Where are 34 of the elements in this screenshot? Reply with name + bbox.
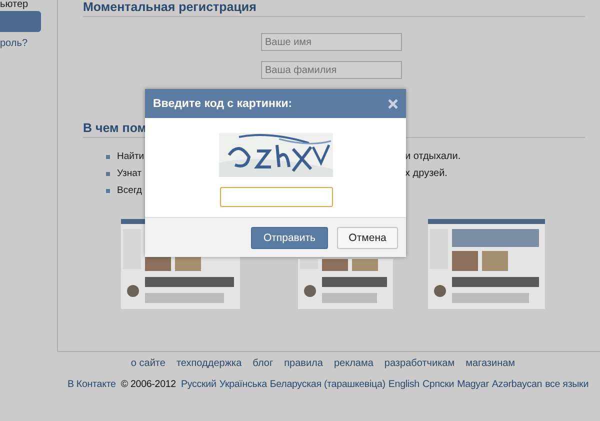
section-heading: В чем пом: [83, 121, 147, 135]
footer-link[interactable]: реклама: [334, 358, 374, 369]
close-icon[interactable]: [388, 98, 398, 108]
footer-link[interactable]: правила: [284, 358, 323, 369]
brand-link[interactable]: В Контакте: [67, 379, 116, 390]
footer-link[interactable]: о сайте: [130, 358, 166, 369]
cancel-button[interactable]: Отмена: [337, 226, 398, 248]
bullet-icon: [106, 188, 110, 192]
language-link[interactable]: Русский: [181, 379, 216, 390]
language-link[interactable]: Azərbaycan: [492, 379, 542, 390]
bullet-text: Узнат: [117, 168, 142, 179]
last-name-field[interactable]: Ваша фамилия: [261, 61, 402, 79]
copyright-text: © 2006-2012: [120, 379, 176, 390]
bullet-text: Найти: [117, 151, 144, 162]
footer-link[interactable]: магазинам: [466, 358, 516, 369]
bullet-text: Всегд: [117, 185, 142, 196]
language-link[interactable]: все языки: [545, 379, 589, 390]
submit-button[interactable]: Отправить: [251, 226, 328, 248]
bullet-icon: [106, 154, 110, 158]
sidebar-text: ьютер: [0, 0, 30, 11]
language-link[interactable]: English: [388, 379, 420, 390]
language-link[interactable]: Беларуская (тарашкевіца): [270, 379, 386, 390]
language-link[interactable]: Magyar: [457, 379, 489, 390]
language-link[interactable]: Українська: [219, 379, 267, 390]
captcha-input-field[interactable]: [220, 187, 332, 207]
bullet-icon: [106, 172, 110, 176]
footer-link[interactable]: блог: [252, 358, 274, 369]
section-heading: Моментальная регистрация: [83, 0, 585, 17]
first-name-field[interactable]: Ваше имя: [261, 33, 402, 51]
footer-link[interactable]: техподдержка: [176, 358, 242, 369]
footer-link[interactable]: разработчикам: [384, 358, 455, 369]
dialog-title: Введите код с картинки:: [153, 98, 292, 110]
language-link[interactable]: Српски: [422, 379, 454, 390]
forgot-password-link[interactable]: роль?: [0, 38, 57, 50]
